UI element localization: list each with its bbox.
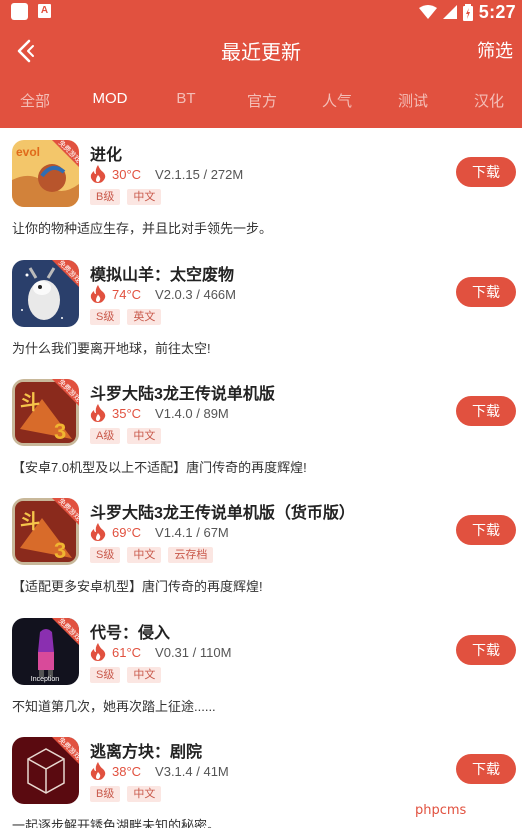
svg-text:3: 3 — [54, 419, 66, 444]
game-meta: 30°C V2.1.15 / 272M — [90, 164, 243, 184]
tab-test[interactable]: 测试 — [383, 90, 443, 111]
game-title: 进化 — [90, 147, 123, 164]
version-size: V1.4.1 / 67M — [155, 524, 229, 540]
version-size: V0.31 / 110M — [155, 644, 232, 660]
tag: 云存档 — [168, 547, 214, 563]
tag: S级 — [90, 547, 121, 563]
fire-icon — [90, 285, 106, 303]
game-description: 不知道第几次，她再次踏上征途...... — [12, 699, 216, 714]
version-size: V2.1.15 / 272M — [155, 166, 244, 182]
app-notification-icon — [11, 3, 28, 20]
tag: 中文 — [127, 189, 162, 205]
tag-list: S级 中文 — [90, 667, 162, 683]
tag: B级 — [90, 786, 121, 802]
download-button[interactable]: 下载 — [456, 396, 516, 426]
tag-list: B级 中文 — [90, 189, 162, 205]
game-description: 【适配更多安卓机型】唐门传奇的再度辉煌! — [12, 579, 263, 594]
list-item[interactable]: 免费游戏 模拟山羊：太空废物 74°C V2.0.3 / 466M S级 英文 … — [0, 248, 522, 368]
tag: S级 — [90, 309, 121, 325]
category-tabs: 全部 MOD BT 官方 人气 测试 汉化 — [0, 90, 522, 114]
page-title: 最近更新 — [221, 42, 301, 64]
game-meta: 35°C V1.4.0 / 89M — [90, 403, 229, 423]
heat-value: 69°C — [112, 524, 142, 540]
version-size: V3.1.4 / 41M — [155, 763, 229, 779]
game-meta: 61°C V0.31 / 110M — [90, 642, 231, 662]
tag: S级 — [90, 667, 121, 683]
tag: B级 — [90, 189, 121, 205]
game-title: 代号：侵入 — [90, 625, 171, 642]
evolution-game-icon: evol 免费游戏 — [12, 140, 79, 207]
download-button[interactable]: 下载 — [456, 157, 516, 187]
douluo-game-icon: 斗 3 免费游戏 — [12, 498, 79, 565]
version-size: V2.0.3 / 466M — [155, 286, 236, 302]
list-item[interactable]: Inception 免费游戏 代号：侵入 61°C V0.31 / 110M S… — [0, 606, 522, 726]
fire-icon — [90, 762, 106, 780]
game-list: evol 免费游戏 进化 30°C V2.1.15 / 272M B级 中文 让… — [0, 128, 522, 828]
heat-value: 30°C — [112, 166, 142, 182]
signal-icon — [442, 5, 457, 19]
game-description: 为什么我们要离开地球，前往太空! — [12, 341, 211, 356]
list-item[interactable]: evol 免费游戏 进化 30°C V2.1.15 / 272M B级 中文 让… — [0, 128, 522, 248]
tab-chinese[interactable]: 汉化 — [459, 90, 519, 111]
tab-all[interactable]: 全部 — [5, 90, 65, 111]
fire-icon — [90, 165, 106, 183]
tab-bt[interactable]: BT — [156, 90, 216, 107]
download-button[interactable]: 下载 — [456, 635, 516, 665]
game-meta: 38°C V3.1.4 / 41M — [90, 761, 229, 781]
download-button[interactable]: 下载 — [456, 754, 516, 784]
tag-list: A级 中文 — [90, 428, 162, 444]
douluo-game-icon: 斗 3 免费游戏 — [12, 379, 79, 446]
header: 最近更新 筛选 全部 MOD BT 官方 人气 测试 汉化 — [0, 24, 522, 128]
tag-list: S级 英文 — [90, 309, 162, 325]
tag: 中文 — [127, 667, 162, 683]
game-title: 斗罗大陆3龙王传说单机版（货币版） — [90, 505, 355, 522]
filter-button[interactable]: 筛选 — [477, 37, 513, 63]
tag: 中文 — [127, 428, 162, 444]
svg-text:斗: 斗 — [20, 390, 40, 414]
tag: 中文 — [127, 547, 162, 563]
status-time: 5:27 — [478, 1, 516, 22]
tab-official[interactable]: 官方 — [232, 90, 292, 111]
svg-text:斗: 斗 — [20, 509, 40, 533]
heat-value: 74°C — [112, 286, 142, 302]
wifi-icon — [418, 5, 437, 19]
heat-value: 38°C — [112, 763, 142, 779]
svg-text:evol: evol — [16, 145, 40, 159]
game-title: 逃离方块：剧院 — [90, 744, 203, 761]
inception-game-icon: Inception 免费游戏 — [12, 618, 79, 685]
fire-icon — [90, 523, 106, 541]
list-item[interactable]: 斗 3 免费游戏 斗罗大陆3龙王传说单机版（货币版） 69°C V1.4.1 /… — [0, 486, 522, 606]
fire-icon — [90, 404, 106, 422]
watermark: phpcms — [415, 803, 467, 818]
game-description: 一起逐步解开锈色湖畔未知的秘密。 — [12, 818, 221, 828]
tag: 中文 — [127, 786, 162, 802]
status-bar: A 5:27 — [0, 0, 522, 24]
version-size: V1.4.0 / 89M — [155, 405, 229, 421]
download-button[interactable]: 下载 — [456, 277, 516, 307]
download-button[interactable]: 下载 — [456, 515, 516, 545]
tab-mod[interactable]: MOD — [80, 90, 140, 107]
goat-space-game-icon: 免费游戏 — [12, 260, 79, 327]
tag-list: B级 中文 — [90, 786, 162, 802]
game-description: 【安卓7.0机型及以上不适配】唐门传奇的再度辉煌! — [12, 460, 307, 475]
rusty-lake-cube-game-icon: 免费游戏 — [12, 737, 79, 804]
svg-text:3: 3 — [54, 538, 66, 563]
game-meta: 69°C V1.4.1 / 67M — [90, 522, 229, 542]
game-title: 斗罗大陆3龙王传说单机版 — [90, 386, 275, 403]
game-title: 模拟山羊：太空废物 — [90, 267, 235, 284]
battery-icon — [462, 3, 473, 21]
notification-badge-icon: A — [38, 4, 51, 18]
tab-popular[interactable]: 人气 — [307, 90, 367, 111]
tag: 英文 — [127, 309, 162, 325]
heat-value: 61°C — [112, 644, 142, 660]
tag: A级 — [90, 428, 121, 444]
svg-text:Inception: Inception — [31, 676, 60, 683]
fire-icon — [90, 643, 106, 661]
tag-list: S级 中文 云存档 — [90, 547, 214, 563]
game-meta: 74°C V2.0.3 / 466M — [90, 284, 236, 304]
list-item[interactable]: 斗 3 免费游戏 斗罗大陆3龙王传说单机版 35°C V1.4.0 / 89M … — [0, 367, 522, 487]
game-description: 让你的物种适应生存，并且比对手领先一步。 — [12, 221, 273, 236]
heat-value: 35°C — [112, 405, 142, 421]
